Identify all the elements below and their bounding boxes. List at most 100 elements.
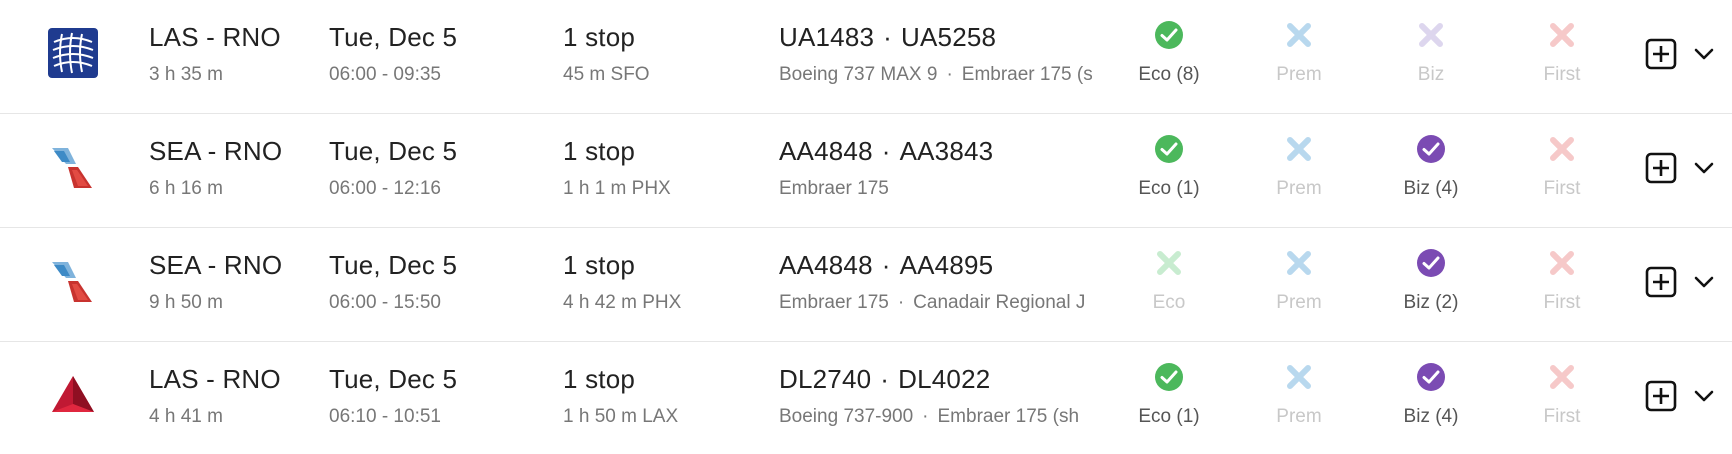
route-label: SEA - RNO [149, 250, 283, 280]
separator-dot: · [946, 64, 953, 85]
cabin-economy[interactable]: Eco (8) [1114, 20, 1224, 90]
cabin-first: First [1507, 134, 1617, 204]
aircraft-label: Embraer 175 (sh [937, 406, 1080, 427]
cabin-label: Eco (8) [1138, 64, 1200, 85]
route-label: LAS - RNO [149, 22, 281, 52]
x-mark-icon [1287, 23, 1311, 47]
check-circle-icon [1155, 135, 1183, 163]
layover-label: 45 m SFO [563, 64, 650, 85]
date-label: Tue, Dec 5 [329, 250, 458, 280]
date-label: Tue, Dec 5 [329, 364, 458, 394]
x-mark-icon [1287, 365, 1311, 389]
cabin-economy[interactable]: Eco (1) [1114, 134, 1224, 204]
cabin-first: First [1507, 20, 1617, 90]
check-circle-icon [1155, 21, 1183, 49]
aircraft-label: Embraer 175 [779, 178, 889, 199]
check-circle-icon [1417, 363, 1445, 391]
flight-result-row[interactable]: SEA - RNO 9 h 50 m Tue, Dec 5 06:00 - 15… [0, 228, 1732, 342]
stops-column: 1 stop 45 m SFO [563, 20, 650, 90]
flights-column: DL2740 · DL4022 Boeing 737-900 · Embraer 175… [779, 362, 1109, 432]
date-column: Tue, Dec 5 06:10 - 10:51 [329, 362, 457, 432]
stops-label: 1 stop [563, 22, 636, 52]
cabin-premium: Prem [1244, 20, 1354, 90]
chevron-down-icon[interactable] [1692, 270, 1716, 294]
cabin-label: Eco (1) [1138, 178, 1200, 199]
cabin-business[interactable]: Biz (4) [1376, 134, 1486, 204]
route-column: SEA - RNO 6 h 16 m [149, 134, 282, 204]
date-column: Tue, Dec 5 06:00 - 09:35 [329, 20, 457, 90]
cabin-premium: Prem [1244, 134, 1354, 204]
x-mark-icon [1550, 365, 1574, 389]
flight-number: DL2740 [779, 364, 872, 394]
route-label: LAS - RNO [149, 364, 281, 394]
flight-results-list: LAS - RNO 3 h 35 m Tue, Dec 5 06:00 - 09… [0, 0, 1732, 454]
cabin-business[interactable]: Biz (2) [1376, 248, 1486, 318]
x-mark-icon [1550, 137, 1574, 161]
cabin-label: Biz (4) [1403, 178, 1459, 199]
duration-label: 4 h 41 m [149, 406, 223, 427]
flight-number: UA5258 [901, 22, 997, 52]
separator-dot: · [881, 136, 891, 166]
stops-column: 1 stop 1 h 50 m LAX [563, 362, 678, 432]
stops-label: 1 stop [563, 250, 636, 280]
american-airlines-logo-icon [52, 262, 92, 302]
times-label: 06:00 - 12:16 [329, 178, 441, 199]
separator-dot: · [880, 364, 890, 394]
date-label: Tue, Dec 5 [329, 136, 458, 166]
flight-number: AA4848 [779, 136, 873, 166]
cabin-label: Biz (2) [1403, 292, 1459, 313]
united-airlines-logo-icon [48, 28, 98, 78]
cabin-business[interactable]: Biz (4) [1376, 362, 1486, 432]
chevron-down-icon[interactable] [1692, 384, 1716, 408]
separator-dot: · [897, 292, 905, 313]
add-plus-box-icon[interactable] [1645, 266, 1677, 298]
cabin-first: First [1507, 248, 1617, 318]
times-label: 06:00 - 15:50 [329, 292, 441, 313]
cabin-label: First [1543, 406, 1581, 427]
add-plus-box-icon[interactable] [1645, 152, 1677, 184]
route-label: SEA - RNO [149, 136, 283, 166]
cabin-label: Prem [1276, 64, 1322, 85]
check-circle-icon [1417, 135, 1445, 163]
aircraft-label: Boeing 737-900 [779, 406, 914, 427]
flight-result-row[interactable]: LAS - RNO 3 h 35 m Tue, Dec 5 06:00 - 09… [0, 0, 1732, 114]
check-circle-icon [1417, 249, 1445, 277]
cabin-label: Biz [1417, 64, 1445, 85]
cabin-label: First [1543, 178, 1581, 199]
stops-label: 1 stop [563, 136, 636, 166]
stops-column: 1 stop 1 h 1 m PHX [563, 134, 671, 204]
layover-label: 1 h 50 m LAX [563, 406, 679, 427]
x-mark-icon [1157, 251, 1181, 275]
duration-label: 6 h 16 m [149, 178, 223, 199]
chevron-down-icon[interactable] [1692, 156, 1716, 180]
stops-label: 1 stop [563, 364, 636, 394]
aircraft-label: Embraer 175 [779, 292, 889, 313]
cabin-label: Prem [1276, 292, 1322, 313]
chevron-down-icon[interactable] [1692, 42, 1716, 66]
flight-result-row[interactable]: LAS - RNO 4 h 41 m Tue, Dec 5 06:10 - 10… [0, 342, 1732, 454]
layover-label: 1 h 1 m PHX [563, 178, 671, 199]
route-column: SEA - RNO 9 h 50 m [149, 248, 282, 318]
cabin-label: Biz (4) [1403, 406, 1459, 427]
flights-column: AA4848 · AA4895 Embraer 175 · Canadair Regio… [779, 248, 1109, 318]
cabin-label: First [1543, 64, 1581, 85]
cabin-economy[interactable]: Eco (1) [1114, 362, 1224, 432]
american-airlines-logo-icon [52, 148, 92, 188]
date-label: Tue, Dec 5 [329, 22, 458, 52]
flight-number: UA1483 [779, 22, 875, 52]
add-plus-box-icon[interactable] [1645, 380, 1677, 412]
cabin-label: Prem [1276, 406, 1322, 427]
cabin-label: First [1543, 292, 1581, 313]
flight-result-row[interactable]: SEA - RNO 6 h 16 m Tue, Dec 5 06:00 - 12… [0, 114, 1732, 228]
stops-column: 1 stop 4 h 42 m PHX [563, 248, 681, 318]
layover-label: 4 h 42 m PHX [563, 292, 682, 313]
separator-dot: · [881, 250, 891, 280]
separator-dot: · [883, 22, 893, 52]
add-plus-box-icon[interactable] [1645, 38, 1677, 70]
date-column: Tue, Dec 5 06:00 - 15:50 [329, 248, 457, 318]
cabin-premium: Prem [1244, 248, 1354, 318]
flights-column: UA1483 · UA5258 Boeing 737 MAX 9 · Embraer 1… [779, 20, 1109, 90]
cabin-label: Prem [1276, 178, 1322, 199]
flight-number: AA4895 [899, 250, 994, 280]
cabin-first: First [1507, 362, 1617, 432]
